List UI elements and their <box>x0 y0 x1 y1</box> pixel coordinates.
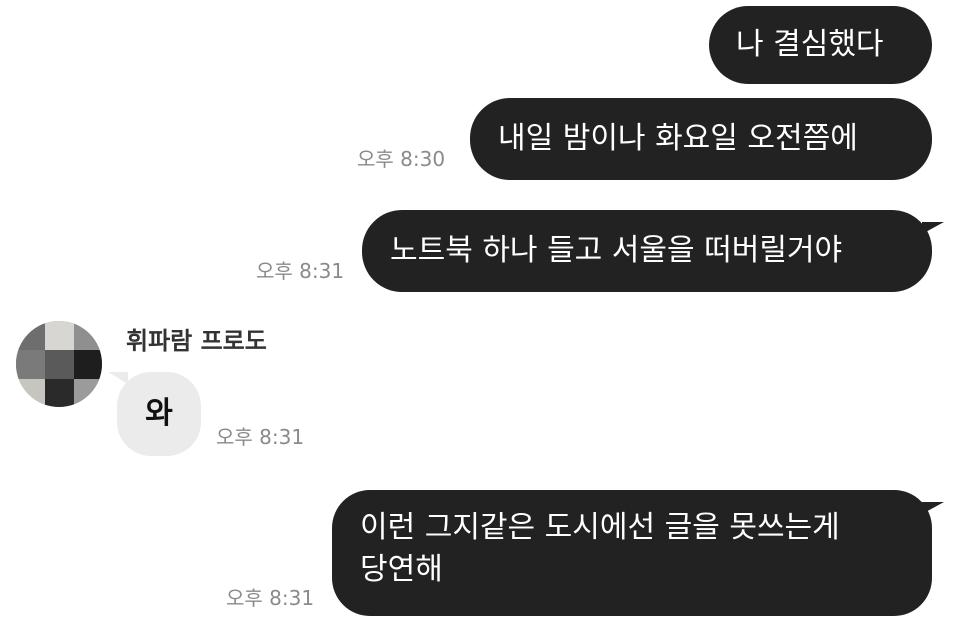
message-text: 나 결심했다 <box>736 27 884 62</box>
sender-name[interactable]: 휘파람 프로도 <box>126 326 267 356</box>
message-text: 노트북 하나 들고 서울을 떠버릴거야 <box>390 233 843 268</box>
sender-avatar[interactable] <box>16 321 102 407</box>
incoming-message-bubble[interactable]: 와 <box>117 372 201 456</box>
outgoing-message-bubble[interactable]: 나 결심했다 <box>709 6 932 84</box>
message-text: 내일 밤이나 화요일 오전쯤에 <box>498 121 858 156</box>
outgoing-message-bubble[interactable]: 이런 그지같은 도시에선 글을 못쓰는게 당연해 <box>332 490 932 616</box>
outgoing-message-bubble[interactable]: 노트북 하나 들고 서울을 떠버릴거야 <box>362 210 932 292</box>
outgoing-message-bubble[interactable]: 내일 밤이나 화요일 오전쯤에 <box>470 98 932 180</box>
message-text-line: 당연해 <box>360 552 443 587</box>
message-timestamp: 오후 8:31 <box>216 425 305 449</box>
message-timestamp: 오후 8:30 <box>357 147 446 171</box>
chat-view: 나 결심했다 내일 밤이나 화요일 오전쯤에 오후 8:30 노트북 하나 들고… <box>0 0 960 644</box>
message-text-line: 이런 그지같은 도시에선 글을 못쓰는게 <box>360 510 840 545</box>
message-text: 와 <box>145 396 173 431</box>
avatar-image <box>16 321 102 407</box>
message-timestamp: 오후 8:31 <box>226 586 315 610</box>
message-timestamp: 오후 8:31 <box>256 259 345 283</box>
bubble-tail <box>922 502 944 514</box>
bubble-tail <box>922 222 944 234</box>
